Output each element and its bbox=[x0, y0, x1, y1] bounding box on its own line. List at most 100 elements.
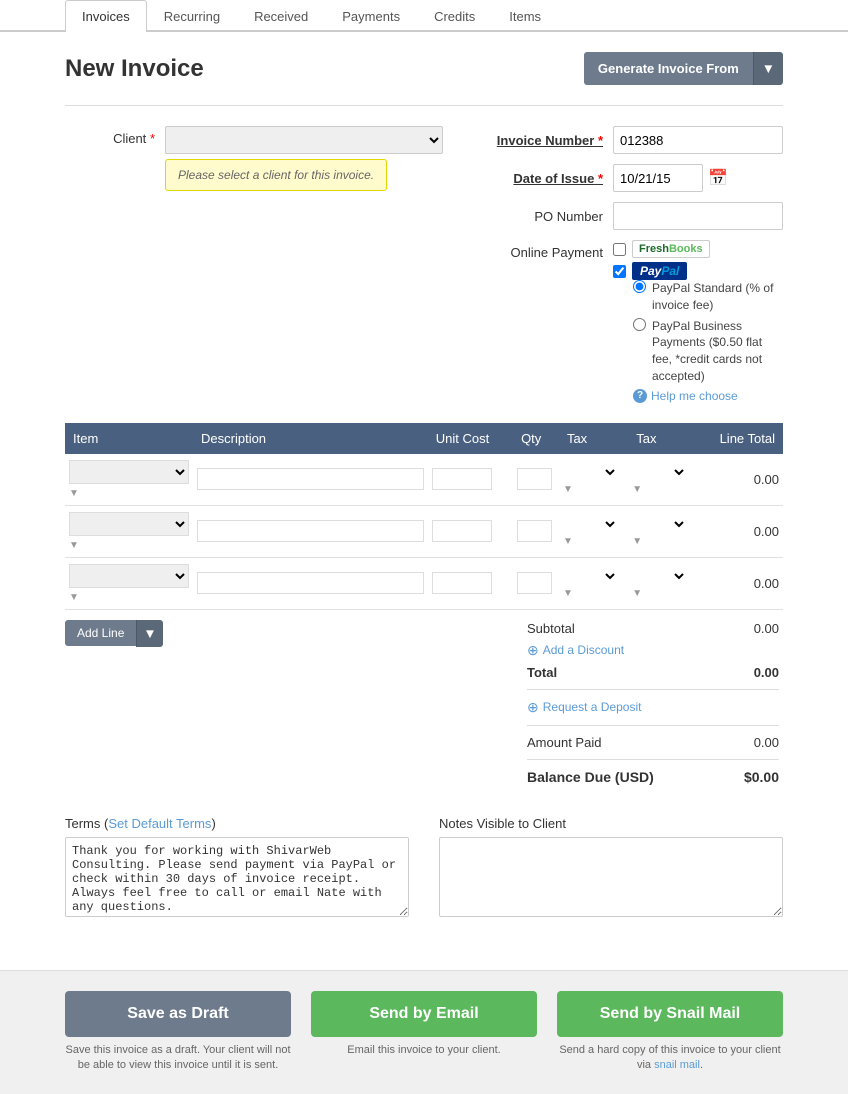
save-draft-button[interactable]: Save as Draft bbox=[65, 991, 291, 1037]
request-deposit-link[interactable]: ⊕ Request a Deposit bbox=[527, 699, 641, 716]
desc-cell-1 bbox=[193, 454, 428, 506]
send-snail-button[interactable]: Send by Snail Mail bbox=[557, 991, 783, 1037]
item-select-1[interactable] bbox=[69, 460, 189, 484]
online-payment-section: Online Payment FreshBooks PayPal bbox=[483, 240, 783, 403]
send-snail-subtext: Send a hard copy of this invoice to your… bbox=[557, 1043, 783, 1074]
paypal-business-radio[interactable] bbox=[633, 318, 646, 331]
tab-payments[interactable]: Payments bbox=[325, 0, 417, 32]
add-discount-text: Add a Discount bbox=[543, 643, 624, 657]
table-row: ▼ ▼ ▼ 0.00 bbox=[65, 454, 783, 506]
client-label: Client * bbox=[65, 126, 165, 146]
footer-buttons: Save as Draft Save this invoice as a dra… bbox=[0, 970, 848, 1094]
generate-invoice-dropdown-arrow[interactable]: ▼ bbox=[753, 52, 783, 85]
qty-1[interactable] bbox=[517, 468, 552, 490]
set-default-terms-link[interactable]: Set Default Terms bbox=[108, 816, 211, 831]
col-description: Description bbox=[193, 423, 428, 454]
tab-received[interactable]: Received bbox=[237, 0, 325, 32]
subtotal-row: Subtotal 0.00 bbox=[527, 618, 779, 639]
tax2-select-1[interactable] bbox=[632, 464, 687, 480]
client-required-star: * bbox=[150, 131, 155, 146]
client-input-wrap: Please select a client for this invoice. bbox=[165, 126, 443, 191]
tab-items[interactable]: Items bbox=[492, 0, 558, 32]
unit-cost-cell-2 bbox=[428, 505, 513, 557]
total-label: Total bbox=[527, 665, 557, 680]
item-select-3[interactable] bbox=[69, 564, 189, 588]
tab-credits[interactable]: Credits bbox=[417, 0, 492, 32]
invoice-number-input-wrap bbox=[613, 126, 783, 154]
balance-due-label: Balance Due (USD) bbox=[527, 769, 654, 785]
col-item: Item bbox=[65, 423, 193, 454]
amount-paid-row: Amount Paid 0.00 bbox=[527, 732, 779, 753]
notes-label: Notes Visible to Client bbox=[439, 816, 783, 831]
total-row: Total 0.00 bbox=[527, 662, 779, 683]
qty-cell-2 bbox=[513, 505, 559, 557]
freshbooks-payment-row: FreshBooks bbox=[613, 240, 783, 258]
date-of-issue-label: Date of Issue * bbox=[483, 171, 613, 186]
tax1-select-3[interactable] bbox=[563, 568, 618, 584]
add-line-dropdown-arrow[interactable]: ▼ bbox=[136, 620, 162, 647]
add-discount-link[interactable]: ⊕ Add a Discount bbox=[527, 642, 624, 659]
online-payment-label: Online Payment bbox=[483, 240, 613, 260]
unit-cost-1[interactable] bbox=[432, 468, 492, 490]
item-desc-3[interactable] bbox=[197, 572, 424, 594]
paypal-standard-row: PayPal Standard (% of invoice fee) bbox=[633, 280, 783, 314]
tax2-select-3[interactable] bbox=[632, 568, 687, 584]
po-number-input[interactable] bbox=[613, 202, 783, 230]
paypal-business-label: PayPal Business Payments ($0.50 flat fee… bbox=[652, 318, 783, 385]
item-chevron-1: ▼ bbox=[69, 488, 79, 499]
client-field-row: Client * Please select a client for this… bbox=[65, 126, 443, 191]
calendar-icon[interactable]: 📅 bbox=[708, 168, 728, 188]
terms-textarea[interactable]: Thank you for working with ShivarWeb Con… bbox=[65, 837, 409, 917]
request-deposit-row: ⊕ Request a Deposit bbox=[527, 696, 779, 719]
deposit-plus-icon: ⊕ bbox=[527, 699, 539, 716]
notes-textarea[interactable] bbox=[439, 837, 783, 917]
tax1-cell-2: ▼ bbox=[559, 505, 628, 557]
help-me-choose-link[interactable]: ? Help me choose bbox=[633, 389, 783, 403]
invoice-number-required: * bbox=[598, 133, 603, 148]
paypal-business-row: PayPal Business Payments ($0.50 flat fee… bbox=[633, 318, 783, 385]
snail-mail-link[interactable]: snail mail bbox=[654, 1059, 700, 1071]
send-email-button[interactable]: Send by Email bbox=[311, 991, 537, 1037]
save-draft-subtext: Save this invoice as a draft. Your clien… bbox=[65, 1043, 291, 1074]
client-select[interactable] bbox=[165, 126, 443, 154]
invoice-number-input[interactable] bbox=[613, 126, 783, 154]
page-title: New Invoice bbox=[65, 55, 204, 83]
tab-invoices[interactable]: Invoices bbox=[65, 0, 147, 32]
item-chevron-3: ▼ bbox=[69, 592, 79, 603]
send-email-group: Send by Email Email this invoice to your… bbox=[311, 991, 537, 1074]
table-row: ▼ ▼ ▼ 0.00 bbox=[65, 557, 783, 609]
unit-cost-3[interactable] bbox=[432, 572, 492, 594]
add-line-button[interactable]: Add Line bbox=[65, 620, 136, 646]
col-qty: Qty bbox=[513, 423, 559, 454]
tax1-select-1[interactable] bbox=[563, 464, 618, 480]
date-required: * bbox=[598, 171, 603, 186]
tab-recurring[interactable]: Recurring bbox=[147, 0, 237, 32]
item-desc-2[interactable] bbox=[197, 520, 424, 542]
qty-2[interactable] bbox=[517, 520, 552, 542]
help-me-choose-text: Help me choose bbox=[651, 389, 738, 403]
total-value: 0.00 bbox=[754, 665, 779, 680]
add-discount-row: ⊕ Add a Discount bbox=[527, 639, 779, 662]
freshbooks-checkbox[interactable] bbox=[613, 243, 626, 256]
item-desc-1[interactable] bbox=[197, 468, 424, 490]
col-unit-cost: Unit Cost bbox=[428, 423, 513, 454]
unit-cost-2[interactable] bbox=[432, 520, 492, 542]
date-of-issue-row: Date of Issue * 📅 bbox=[483, 164, 783, 192]
subtotal-value: 0.00 bbox=[754, 621, 779, 636]
form-right: Invoice Number * Date of Issue * 📅 bbox=[483, 126, 783, 403]
desc-cell-2 bbox=[193, 505, 428, 557]
tax1-select-2[interactable] bbox=[563, 516, 618, 532]
tax2-select-2[interactable] bbox=[632, 516, 687, 532]
date-of-issue-input[interactable] bbox=[613, 164, 703, 192]
item-cell-3: ▼ bbox=[65, 557, 193, 609]
paypal-standard-radio[interactable] bbox=[633, 280, 646, 293]
generate-invoice-btn-group: Generate Invoice From ▼ bbox=[584, 52, 783, 85]
qty-cell-3 bbox=[513, 557, 559, 609]
invoice-table-container: Item Description Unit Cost Qty Tax Tax L… bbox=[65, 423, 783, 796]
generate-invoice-button[interactable]: Generate Invoice From bbox=[584, 52, 753, 85]
qty-3[interactable] bbox=[517, 572, 552, 594]
tax1-chevron-1: ▼ bbox=[563, 484, 573, 495]
item-select-2[interactable] bbox=[69, 512, 189, 536]
line-total-2: 0.00 bbox=[698, 505, 783, 557]
paypal-checkbox[interactable] bbox=[613, 265, 626, 278]
